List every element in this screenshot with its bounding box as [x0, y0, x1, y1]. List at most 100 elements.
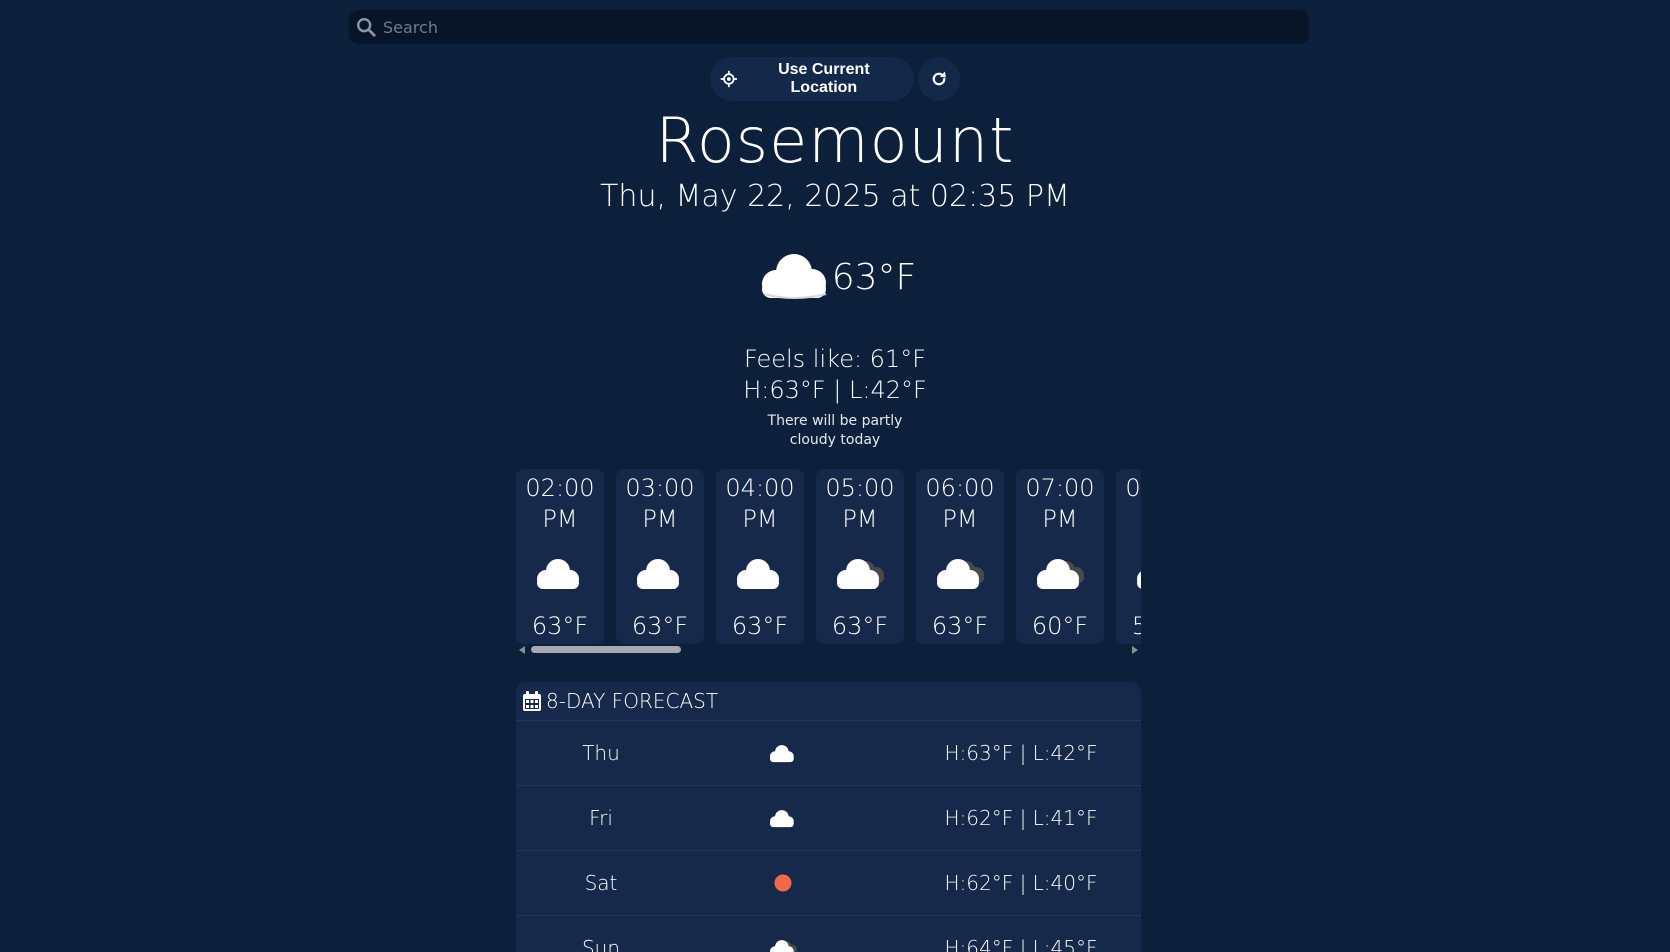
hour-icon-wrap [730, 553, 790, 593]
clouds-icon [769, 940, 797, 952]
weather-description: There will be partly cloudy today [0, 412, 1670, 450]
cloud-icon [537, 559, 579, 589]
hour-temp: 63°F [831, 612, 889, 640]
current-temperature: 63°F [831, 256, 917, 298]
hour-icon-wrap [1130, 553, 1141, 593]
forecast-row: Sat H:62°F | L:40°F [516, 851, 1141, 916]
clouds-icon [937, 559, 984, 589]
hour-icon-wrap [830, 553, 890, 593]
hour-time: 08:00 PM [1116, 473, 1141, 535]
hour-time-period: PM [642, 505, 678, 533]
forecast-row: Sun H:64°F | L:45°F [516, 916, 1141, 952]
feels-block: Feels like: 61°F H:63°F | L:42°F [0, 344, 1670, 406]
forecast-high-low: H:64°F | L:45°F [944, 936, 1098, 952]
hour-time-value: 07:00 [1025, 474, 1095, 502]
sun-icon [774, 874, 792, 892]
forecast-day: Thu [582, 741, 620, 765]
forecast-high-low: H:63°F | L:42°F [944, 741, 1098, 765]
forecast-title: 8-DAY FORECAST [546, 689, 719, 713]
hour-card: 07:00 PM 60°F [1016, 469, 1104, 644]
forecast-high-low: H:62°F | L:41°F [944, 806, 1098, 830]
forecast-row: Fri H:62°F | L:41°F [516, 786, 1141, 851]
scroll-right-arrow[interactable] [1132, 646, 1138, 654]
location-controls: Use Current Location [0, 57, 1670, 101]
forecast-row: Thu H:63°F | L:42°F [516, 721, 1141, 786]
hour-card: 03:00 PM 63°F [616, 469, 704, 644]
hour-card: 05:00 PM 63°F [816, 469, 904, 644]
calendar-icon [523, 691, 541, 711]
hour-time-period: PM [542, 505, 578, 533]
hourly-track: 02:00 PM 63°F 03:00 PM 63°F 04:00 PM 63°F 05:00 PM… [516, 469, 1141, 644]
hour-time-value: 02:00 [525, 474, 595, 502]
hour-time-value: 05:00 [825, 474, 895, 502]
forecast-rows: Thu H:63°F | L:42°F Fri H:62°F | L:41°F Sat H… [516, 721, 1141, 952]
use-current-location-button[interactable]: Use Current Location [710, 57, 914, 101]
hour-time-period: PM [742, 505, 778, 533]
forecast-day: Fri [589, 806, 613, 830]
hour-time: 05:00 PM [816, 473, 904, 535]
use-current-location-label: Use Current Location [778, 61, 870, 96]
hour-temp: 63°F [631, 612, 689, 640]
hour-time: 06:00 PM [916, 473, 1004, 535]
refresh-button[interactable] [918, 57, 960, 101]
crosshair-icon [720, 70, 737, 88]
hour-icon-wrap [1030, 553, 1090, 593]
high-low: H:63°F | L:42°F [743, 376, 927, 404]
hour-time-value: 03:00 [625, 474, 695, 502]
hour-temp: 57°F [1131, 612, 1141, 640]
hour-time-period: PM [1042, 505, 1078, 533]
cloud-icon [769, 745, 794, 763]
clouds-icon [1037, 559, 1084, 589]
clouds-icon [837, 559, 884, 589]
hour-time-value: 04:00 [725, 474, 795, 502]
cloud-icon [737, 559, 779, 589]
hour-temp: 63°F [731, 612, 789, 640]
search-bar[interactable] [349, 10, 1309, 44]
forecast-high-low: H:62°F | L:40°F [944, 871, 1098, 895]
hour-card: 02:00 PM 63°F [516, 469, 604, 644]
hour-temp: 60°F [1031, 612, 1089, 640]
scroll-left-arrow[interactable] [519, 646, 525, 654]
forecast-icon-wrap [766, 804, 800, 832]
hour-temp: 63°F [531, 612, 589, 640]
hour-time: 03:00 PM [616, 473, 704, 535]
description-line: There will be partly [767, 413, 903, 429]
hour-time-period: PM [1116, 504, 1141, 535]
hourly-scrollbar[interactable] [516, 644, 1141, 656]
hour-icon-wrap [930, 553, 990, 593]
cloud-icon [761, 254, 826, 299]
current-conditions: 63°F [0, 250, 1670, 304]
hour-card: 04:00 PM 63°F [716, 469, 804, 644]
clouds-icon [1137, 571, 1141, 589]
hour-time-value: 06:00 [925, 474, 995, 502]
hour-card: 06:00 PM 63°F [916, 469, 1004, 644]
current-datetime: Thu, May 22, 2025 at 02:35 PM [600, 179, 1070, 214]
description-line: cloudy today [789, 432, 881, 448]
forecast-icon-wrap [766, 934, 800, 952]
forecast-day: Sat [584, 871, 618, 895]
refresh-icon [932, 71, 946, 86]
hour-temp: 63°F [931, 612, 989, 640]
forecast-icon-wrap [766, 869, 800, 897]
feels-like: Feels like: 61°F [743, 345, 927, 373]
hour-icon-wrap [530, 553, 590, 593]
hour-icon-wrap [630, 553, 690, 593]
forecast-day: Sun [581, 936, 621, 952]
cloud-icon [637, 559, 679, 589]
search-icon [357, 18, 376, 37]
cloud-icon [769, 810, 794, 828]
hour-time: 02:00 PM [516, 473, 604, 535]
forecast-icon-wrap [766, 739, 800, 767]
city-name: Rosemount [655, 104, 1015, 177]
hour-time-period: PM [842, 505, 878, 533]
forecast-header: 8-DAY FORECAST [516, 682, 1141, 721]
daily-forecast-panel: 8-DAY FORECAST Thu H:63°F | L:42°F Fri H:62… [516, 682, 1141, 952]
hour-time-value: 08:00 [1125, 474, 1141, 502]
hour-time-period: PM [942, 505, 978, 533]
hour-card: 08:00 PM 57°F [1116, 469, 1141, 644]
search-input[interactable] [381, 11, 1309, 43]
hour-time: 07:00 PM [1016, 473, 1104, 535]
hour-time: 04:00 PM [716, 473, 804, 535]
hourly-forecast[interactable]: 02:00 PM 63°F 03:00 PM 63°F 04:00 PM 63°F 05:00 PM… [516, 469, 1141, 644]
scroll-thumb[interactable] [531, 646, 681, 653]
